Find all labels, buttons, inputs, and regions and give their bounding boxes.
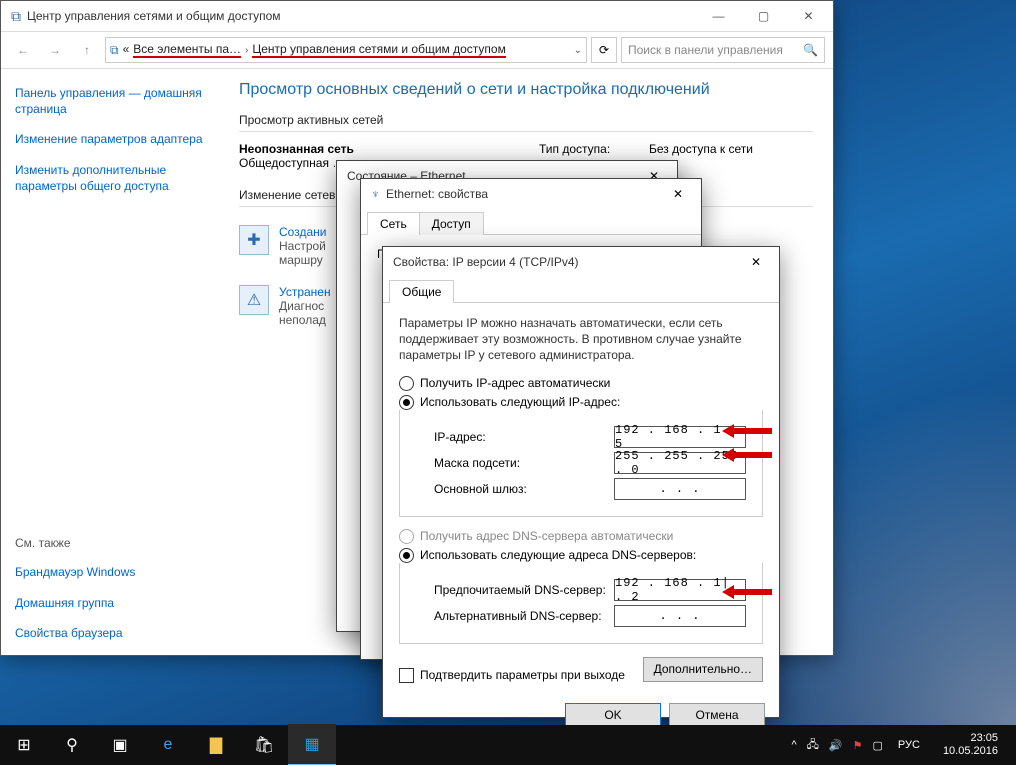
preferred-dns-label: Предпочитаемый DNS-сервер: (434, 583, 614, 597)
checkbox-icon (399, 668, 414, 683)
search-input[interactable]: Поиск в панели управления 🔍 (621, 37, 825, 63)
eth-title: Ethernet: свойства (386, 187, 661, 201)
ethernet-icon: ♆ (371, 187, 380, 201)
radio-auto-ip[interactable]: Получить IP-адрес автоматически (399, 376, 763, 391)
search-placeholder: Поиск в панели управления (628, 43, 783, 57)
address-path[interactable]: ⧉ « Все элементы па… › Центр управления … (105, 37, 587, 63)
ipv4-title: Свойства: IP версии 4 (TCP/IPv4) (393, 255, 739, 269)
titlebar[interactable]: ⧉ Центр управления сетями и общим доступ… (1, 1, 833, 31)
network-icon: ⧉ (11, 8, 21, 25)
see-also-label: См. также (15, 536, 205, 550)
clock-time: 23:05 (943, 732, 998, 745)
maximize-button[interactable]: ▢ (741, 1, 786, 31)
subnet-mask-label: Маска подсети: (434, 456, 614, 470)
minimize-button[interactable]: — (696, 1, 741, 31)
radio-icon (399, 376, 414, 391)
radio-auto-dns: Получить адрес DNS-сервера автоматически (399, 529, 763, 544)
chevron-down-icon[interactable]: ⌄ (574, 45, 582, 56)
sidebar-sharing-settings[interactable]: Изменить дополнительные параметры общего… (15, 162, 205, 194)
alternate-dns-label: Альтернативный DNS-сервер: (434, 609, 614, 623)
search-taskbar-button[interactable]: ⚲ (48, 725, 96, 765)
nav-back-button[interactable]: ← (9, 36, 37, 64)
refresh-button[interactable]: ⟳ (591, 37, 617, 63)
manual-ip-label: Использовать следующий IP-адрес: (420, 395, 620, 409)
search-icon: 🔍 (803, 43, 818, 57)
breadcrumb-all-items[interactable]: Все элементы па… (133, 42, 241, 58)
nav-forward-button[interactable]: → (41, 36, 69, 64)
task2-link: Устранен (279, 285, 331, 299)
explorer-button[interactable]: ▇ (192, 725, 240, 765)
radio-manual-dns[interactable]: Использовать следующие адреса DNS-сервер… (399, 548, 763, 563)
edge-button[interactable]: e (144, 725, 192, 765)
radio-icon (399, 548, 414, 563)
taskbar-clock[interactable]: 23:05 10.05.2016 (935, 732, 1006, 758)
security-tray-icon[interactable]: ⚑ (853, 739, 863, 752)
ok-button[interactable]: OK (565, 703, 661, 728)
annotation-arrow (722, 424, 772, 438)
troubleshoot-icon: ⚠ (239, 285, 269, 315)
ipv4-explain-text: Параметры IP можно назначать автоматичес… (399, 315, 763, 364)
window-title: Центр управления сетями и общим доступом (27, 9, 281, 23)
ip-address-label: IP-адрес: (434, 430, 614, 444)
start-button[interactable]: ⊞ (0, 725, 48, 765)
active-networks-header: Просмотр активных сетей (239, 113, 813, 132)
clock-date: 10.05.2016 (943, 745, 998, 758)
breadcrumb-current[interactable]: Центр управления сетями и общим доступом (252, 42, 506, 58)
eth-close-button[interactable]: ✕ (661, 182, 695, 206)
close-button[interactable]: ✕ (786, 1, 831, 31)
tab-network[interactable]: Сеть (367, 212, 420, 235)
taskbar: ⊞ ⚲ ▣ e ▇ 🛍 ▦ ^ 🖧 🔊 ⚑ ▢ РУС 23:05 10.05.… (0, 725, 1016, 765)
eth-titlebar[interactable]: ♆ Ethernet: свойства ✕ (361, 179, 701, 209)
cp-icon: ⧉ (110, 43, 119, 58)
create-icon: ✚ (239, 225, 269, 255)
annotation-arrow (722, 448, 772, 462)
action-center-icon[interactable]: ▢ (873, 739, 883, 752)
sidebar-home[interactable]: Панель управления — домашняя страница (15, 85, 205, 117)
sidebar: Панель управления — домашняя страница Из… (1, 69, 219, 657)
sidebar-firewall[interactable]: Брандмауэр Windows (15, 564, 205, 580)
radio-manual-ip[interactable]: Использовать следующий IP-адрес: (399, 395, 763, 410)
ipv4-properties-dialog: Свойства: IP версии 4 (TCP/IPv4) ✕ Общие… (382, 246, 780, 718)
radio-icon (399, 529, 414, 544)
tab-access[interactable]: Доступ (419, 212, 484, 235)
ipv4-close-button[interactable]: ✕ (739, 250, 773, 274)
network-tray-icon[interactable]: 🖧 (807, 736, 819, 755)
annotation-arrow (722, 585, 772, 599)
page-header: Просмотр основных сведений о сети и наст… (239, 81, 813, 99)
cancel-button[interactable]: Отмена (669, 703, 765, 728)
network-name: Неопознанная сеть (239, 142, 539, 156)
tray-chevron-icon[interactable]: ^ (791, 739, 796, 751)
sidebar-adapter-settings[interactable]: Изменение параметров адаптера (15, 131, 205, 147)
language-indicator[interactable]: РУС (893, 736, 925, 754)
task1-link: Создани (279, 225, 326, 239)
breadcrumb-prefix: « (123, 42, 130, 58)
volume-tray-icon[interactable]: 🔊 (829, 739, 843, 752)
manual-dns-label: Использовать следующие адреса DNS-сервер… (420, 548, 696, 562)
alternate-dns-input[interactable]: . . . (614, 605, 746, 627)
auto-ip-label: Получить IP-адрес автоматически (420, 376, 610, 390)
sidebar-homegroup[interactable]: Домашняя группа (15, 595, 205, 611)
taskview-button[interactable]: ▣ (96, 725, 144, 765)
ipv4-titlebar[interactable]: Свойства: IP версии 4 (TCP/IPv4) ✕ (383, 247, 779, 277)
nav-up-button[interactable]: ↑ (73, 36, 101, 64)
store-button[interactable]: 🛍 (240, 725, 288, 765)
radio-icon (399, 395, 414, 410)
gateway-input[interactable]: . . . (614, 478, 746, 500)
validate-label: Подтвердить параметры при выходе (420, 668, 625, 682)
sidebar-browser-props[interactable]: Свойства браузера (15, 625, 205, 641)
system-tray[interactable]: ^ 🖧 🔊 ⚑ ▢ РУС 23:05 10.05.2016 (781, 732, 1016, 758)
chevron-icon: › (245, 45, 248, 56)
advanced-button[interactable]: Дополнительно… (643, 657, 763, 682)
validate-checkbox[interactable]: Подтвердить параметры при выходе (399, 668, 625, 683)
tab-general[interactable]: Общие (389, 280, 454, 303)
control-panel-taskbar-button[interactable]: ▦ (288, 724, 336, 765)
auto-dns-label: Получить адрес DNS-сервера автоматически (420, 529, 673, 543)
gateway-label: Основной шлюз: (434, 482, 614, 496)
